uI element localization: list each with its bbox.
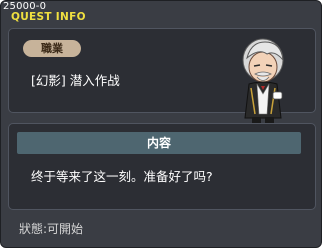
old-butler-character-icon [237,34,295,130]
quest-content-panel: 内容 终于等来了这一刻。准备好了吗? [8,123,316,210]
quest-summary-panel: 職業 [幻影] 潜入作战 [8,28,316,130]
quest-dialogue-text: 终于等来了这一刻。准备好了吗? [31,169,213,184]
quest-name: [幻影] 潜入作战 [31,73,120,88]
quest-status: 狀態:可開始 [19,222,84,236]
job-badge: 職業 [23,40,81,57]
window-title: QUEST INFO [11,11,86,23]
quest-info-window: 25000-0 QUEST INFO 職業 [幻影] 潜入作战 内容 终于等来了… [0,0,322,248]
content-header: 内容 [17,132,301,154]
